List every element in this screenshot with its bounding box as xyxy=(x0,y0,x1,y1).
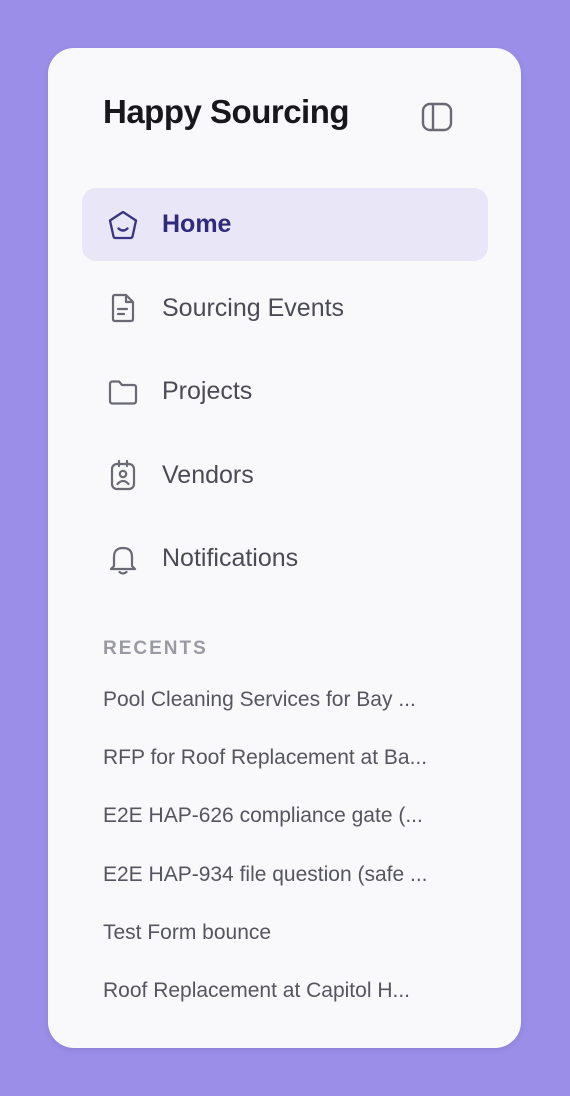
recent-item[interactable]: E2E HAP-934 file question (safe ... xyxy=(103,855,483,913)
nav-label-sourcing-events: Sourcing Events xyxy=(162,293,345,322)
document-icon xyxy=(106,291,140,325)
folder-icon xyxy=(106,375,140,409)
nav-label-projects: Projects xyxy=(162,377,253,405)
nav-label-notifications: Notifications xyxy=(162,544,299,572)
sidebar-toggle-button[interactable] xyxy=(420,100,454,134)
nav-item-notifications[interactable]: Notifications xyxy=(82,522,488,595)
main-nav: Home Sourcing Events Projects Vendors No… xyxy=(82,188,488,606)
recent-item[interactable]: E2E HAP-626 compliance gate (... xyxy=(103,796,483,854)
recents-list: Pool Cleaning Services for Bay ... RFP f… xyxy=(103,680,483,1029)
home-icon xyxy=(106,208,140,242)
nav-label-vendors: Vendors xyxy=(162,460,254,489)
recent-item[interactable]: Pool Cleaning Services for Bay ... xyxy=(103,680,483,738)
sidebar-toggle-icon xyxy=(421,102,453,132)
nav-item-vendors[interactable]: Vendors xyxy=(82,439,488,512)
nav-item-sourcing-events[interactable]: Sourcing Events xyxy=(82,272,488,345)
recent-item[interactable]: Roof Replacement at Capitol H... xyxy=(103,971,483,1029)
recent-item[interactable]: Test Form bounce xyxy=(103,913,483,971)
recents-heading: RECENTS xyxy=(103,638,208,659)
bell-icon xyxy=(106,542,140,576)
sidebar-panel: Happy Sourcing Home Sourcing Events Proj… xyxy=(48,48,521,1048)
nav-item-home[interactable]: Home xyxy=(82,188,488,261)
vendor-badge-icon xyxy=(106,458,140,492)
app-title: Happy Sourcing xyxy=(103,93,350,130)
nav-item-projects[interactable]: Projects xyxy=(82,355,488,428)
recent-item[interactable]: RFP for Roof Replacement at Ba... xyxy=(103,738,483,796)
nav-label-home: Home xyxy=(162,210,232,238)
